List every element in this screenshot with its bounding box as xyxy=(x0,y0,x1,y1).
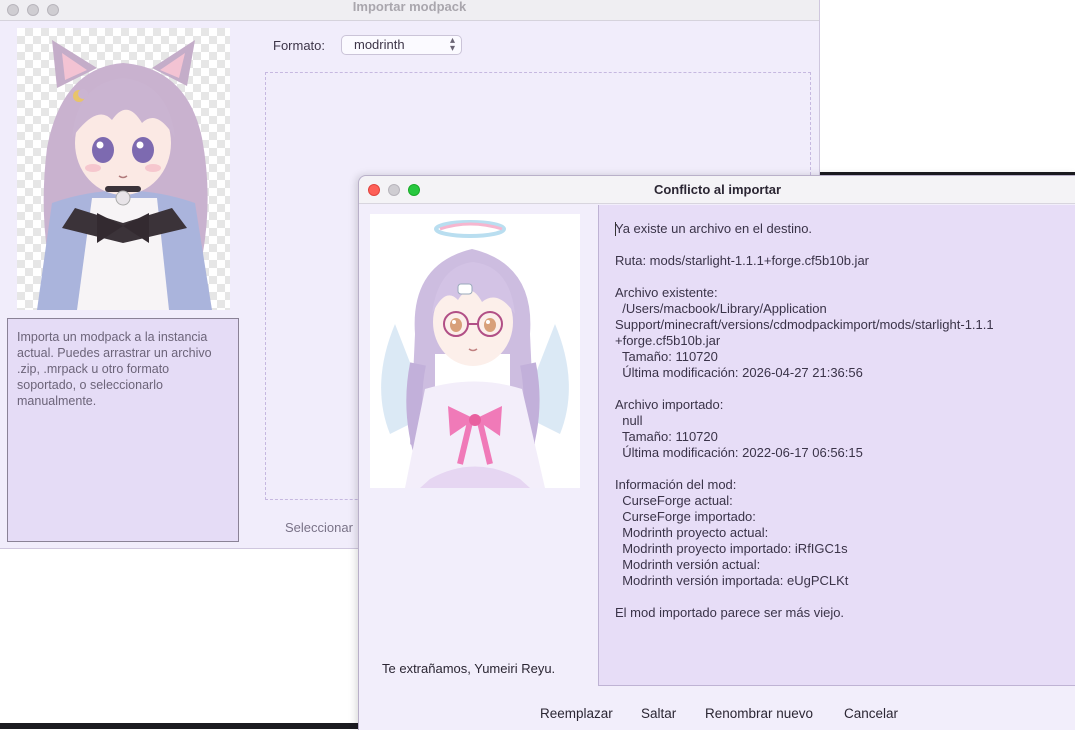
import-description-text: Importa un modpack a la instancia actual… xyxy=(7,318,239,542)
select-file-button[interactable]: Seleccionar xyxy=(285,520,353,535)
chevron-updown-icon: ▴ ▾ xyxy=(449,35,455,54)
main-window-title: Importar modpack xyxy=(352,0,467,14)
format-label: Formato: xyxy=(273,38,326,53)
format-select[interactable]: modrinth ▴ ▾ xyxy=(341,35,462,55)
desktop-background-bottom xyxy=(0,723,360,729)
dialog-title: Conflicto al importar xyxy=(653,182,782,197)
catgirl-avatar-image xyxy=(17,28,230,310)
conflict-details-textarea[interactable]: Ya existe un archivo en el destino. Ruta… xyxy=(598,205,1075,686)
conflict-details-text: Ya existe un archivo en el destino. Ruta… xyxy=(615,221,994,620)
dialog-button-row: Reemplazar Saltar Renombrar nuevo Cancel… xyxy=(359,706,1075,726)
angel-avatar-image xyxy=(370,214,580,488)
rename-new-button[interactable]: Renombrar nuevo xyxy=(705,706,813,721)
cancel-button[interactable]: Cancelar xyxy=(844,706,898,721)
import-conflict-dialog: Conflicto al importar Te extrañamos, Yum… xyxy=(358,175,1075,730)
text-caret xyxy=(615,222,616,236)
dialog-titlebar: Conflicto al importar xyxy=(359,176,1075,204)
format-select-value: modrinth xyxy=(354,37,405,52)
farewell-text: Te extrañamos, Yumeiri Reyu. xyxy=(382,661,556,676)
replace-button[interactable]: Reemplazar xyxy=(540,706,613,721)
main-titlebar: Importar modpack xyxy=(0,0,819,21)
skip-button[interactable]: Saltar xyxy=(641,706,676,721)
